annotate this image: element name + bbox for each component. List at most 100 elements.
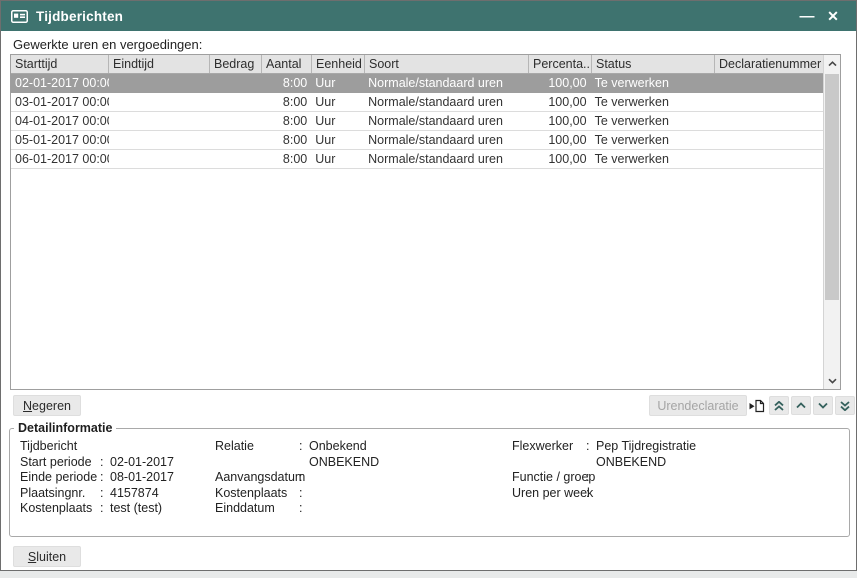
column-header-percenta[interactable]: Percenta... xyxy=(529,55,592,73)
tijdberichten-window: Tijdberichten — ✕ Gewerkte uren en vergo… xyxy=(0,0,857,571)
table-cell xyxy=(713,131,823,149)
table-cell: 8:00 xyxy=(261,74,311,92)
table-cell: Normale/standaard uren xyxy=(364,74,528,92)
detail-value: 02-01-2017 xyxy=(110,455,174,471)
table-cell: 100,00 xyxy=(528,112,591,130)
table-cell: 06-01-2017 00:00 xyxy=(11,150,109,168)
close-button[interactable]: ✕ xyxy=(820,5,846,27)
column-header-eindtijd[interactable]: Eindtijd xyxy=(109,55,210,73)
detail-field: Relatie:Onbekend xyxy=(215,439,379,455)
detail-column: TijdberichtStart periode:02-01-2017Einde… xyxy=(20,439,174,517)
table-cell xyxy=(713,93,823,111)
negeren-button[interactable]: Negeren xyxy=(13,395,81,416)
detail-field: Uren per week: xyxy=(512,486,696,502)
table-body: 02-01-2017 00:008:00UurNormale/standaard… xyxy=(11,74,823,389)
column-header-bedrag[interactable]: Bedrag xyxy=(210,55,262,73)
previous-row-button[interactable] xyxy=(791,396,811,415)
table-cell xyxy=(210,74,262,92)
table-cell xyxy=(713,150,823,168)
detail-field: Aanvangsdatum: xyxy=(215,470,379,486)
detail-field: ONBEKEND xyxy=(215,455,379,471)
detail-value: Onbekend xyxy=(309,439,367,455)
table-row[interactable]: 04-01-2017 00:008:00UurNormale/standaard… xyxy=(11,112,823,131)
detail-label: Kostenplaats xyxy=(215,486,299,502)
sluiten-button[interactable]: Sluiten xyxy=(13,546,81,567)
window-card-icon xyxy=(11,10,28,23)
detail-separator xyxy=(586,455,596,471)
detail-field: ONBEKEND xyxy=(512,455,696,471)
goto-record-icon[interactable] xyxy=(748,396,766,415)
urendeclaratie-button[interactable]: Urendeclaratie xyxy=(649,395,747,416)
table-cell: 03-01-2017 00:00 xyxy=(11,93,109,111)
detail-separator xyxy=(299,455,309,471)
table-cell xyxy=(713,112,823,130)
scroll-down-icon[interactable] xyxy=(824,372,840,389)
table-cell: Te verwerken xyxy=(591,150,714,168)
table-row[interactable]: 03-01-2017 00:008:00UurNormale/standaard… xyxy=(11,93,823,112)
scroll-up-icon[interactable] xyxy=(824,55,840,72)
table-cell: Uur xyxy=(311,131,364,149)
minimize-button[interactable]: — xyxy=(794,5,820,27)
detail-label xyxy=(215,455,299,471)
table-row[interactable]: 06-01-2017 00:008:00UurNormale/standaard… xyxy=(11,150,823,169)
table-row[interactable]: 02-01-2017 00:008:00UurNormale/standaard… xyxy=(11,74,823,93)
detail-label: Tijdbericht xyxy=(20,439,100,455)
scrollbar-thumb[interactable] xyxy=(825,74,839,300)
column-header-aantal[interactable]: Aantal xyxy=(262,55,312,73)
window-title: Tijdberichten xyxy=(36,9,794,24)
table-cell: 100,00 xyxy=(528,131,591,149)
detail-field: Flexwerker:Pep Tijdregistratie xyxy=(512,439,696,455)
table-cell: Normale/standaard uren xyxy=(364,112,528,130)
table-cell: Normale/standaard uren xyxy=(364,93,528,111)
table-cell: Te verwerken xyxy=(591,74,714,92)
detail-separator: : xyxy=(299,470,309,486)
table-cell: 05-01-2017 00:00 xyxy=(11,131,109,149)
table-cell: 04-01-2017 00:00 xyxy=(11,112,109,130)
detail-label xyxy=(512,455,586,471)
detail-label: Einde periode xyxy=(20,470,100,486)
detail-label: Kostenplaats xyxy=(20,501,100,517)
detail-column: Flexwerker:Pep TijdregistratieONBEKENDFu… xyxy=(512,439,696,501)
detail-separator: : xyxy=(586,470,596,486)
column-header-eenheid[interactable]: Eenheid xyxy=(312,55,365,73)
table-cell: Uur xyxy=(311,150,364,168)
detail-section: Detailinformatie TijdberichtStart period… xyxy=(9,421,850,537)
detail-legend: Detailinformatie xyxy=(14,421,116,435)
detail-field: Tijdbericht xyxy=(20,439,174,455)
table-row[interactable]: 05-01-2017 00:00 8:00UurNormale/standaard… xyxy=(11,131,823,150)
detail-label: Functie / groep xyxy=(512,470,586,486)
detail-label: Uren per week xyxy=(512,486,586,502)
table-cell xyxy=(210,150,262,168)
detail-column: Relatie:OnbekendONBEKENDAanvangsdatum:Ko… xyxy=(215,439,379,517)
table-cell: Te verwerken xyxy=(591,131,714,149)
detail-field: Functie / groep: xyxy=(512,470,696,486)
detail-label: Start periode xyxy=(20,455,100,471)
detail-field: Kostenplaats:test (test) xyxy=(20,501,174,517)
table-cell: Te verwerken xyxy=(591,93,714,111)
titlebar: Tijdberichten — ✕ xyxy=(1,1,856,31)
column-header-starttijd[interactable]: Starttijd xyxy=(11,55,109,73)
table-cell: 100,00 xyxy=(528,150,591,168)
table-cell xyxy=(210,131,262,149)
detail-value: 4157874 xyxy=(110,486,159,502)
table-cell xyxy=(109,131,210,149)
column-header-soort[interactable]: Soort xyxy=(365,55,529,73)
table-header-row: StarttijdEindtijdBedragAantalEenheidSoor… xyxy=(11,55,840,74)
table-cell xyxy=(109,93,210,111)
detail-field: Kostenplaats: xyxy=(215,486,379,502)
table-cell: Te verwerken xyxy=(591,112,714,130)
table-cell xyxy=(210,112,262,130)
column-header-status[interactable]: Status xyxy=(592,55,715,73)
first-row-button[interactable] xyxy=(769,396,789,415)
detail-label: Aanvangsdatum xyxy=(215,470,299,486)
last-row-button[interactable] xyxy=(835,396,855,415)
detail-value: 08-01-2017 xyxy=(110,470,174,486)
vertical-scrollbar[interactable] xyxy=(823,55,840,389)
table-cell: Normale/standaard uren xyxy=(364,131,528,149)
next-row-button[interactable] xyxy=(813,396,833,415)
column-header-declaratienummer[interactable]: Declaratienummer xyxy=(715,55,825,73)
detail-value: test (test) xyxy=(110,501,162,517)
table-cell: 8:00 xyxy=(261,131,311,149)
detail-field: Einddatum: xyxy=(215,501,379,517)
table-cell: 8:00 xyxy=(261,150,311,168)
